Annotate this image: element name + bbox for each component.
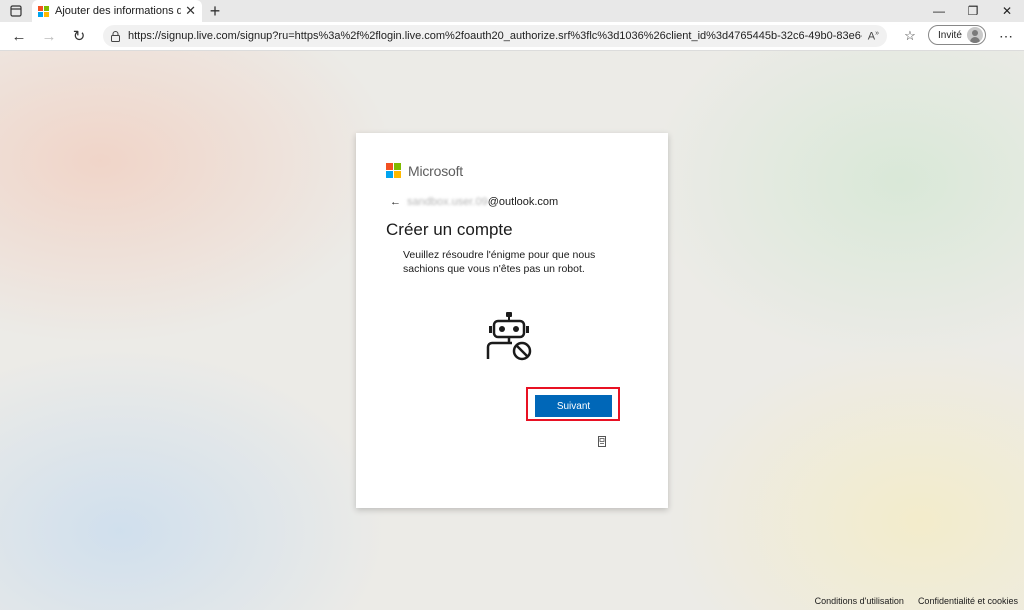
favicon-microsoft-icon [38,5,49,17]
active-tab[interactable]: Ajouter des informations de sécu ✕ [32,0,202,22]
url-text: https://signup.live.com/signup?ru=https%… [128,30,862,42]
new-tab-button[interactable]: + [202,0,228,22]
profile-button[interactable]: Invité [928,25,986,45]
microsoft-brand: Microsoft [386,163,463,179]
close-tab-icon[interactable]: ✕ [185,3,196,19]
address-bar[interactable]: https://signup.live.com/signup?ru=https%… [103,25,887,47]
tab-bar: Ajouter des informations de sécu ✕ + — ❐… [0,0,1024,22]
microsoft-logo-icon [386,163,402,179]
signup-card: Microsoft ← sandbox.user.09 @outlook.com… [356,133,668,508]
tab-actions-icon [10,5,22,17]
accessibility-puzzle-icon[interactable] [598,436,606,447]
browser-toolbar: ← → ↻ https://signup.live.com/signup?ru=… [0,22,1024,51]
window-controls: — ❐ ✕ [922,0,1024,22]
minimize-icon[interactable]: — [922,0,956,22]
page-title: Créer un compte [386,220,513,239]
refresh-icon: ↻ [72,28,86,45]
robot-icon [486,312,532,361]
tab-actions-button[interactable] [0,0,32,22]
tab-title: Ajouter des informations de sécu [55,5,182,17]
more-dots-icon: ⋯ [999,27,1013,44]
lock-icon [111,30,120,42]
favorites-star-icon: ☆ [904,28,916,43]
terms-link[interactable]: Conditions d'utilisation [815,596,904,606]
brand-name: Microsoft [408,163,463,179]
back-arrow-icon[interactable]: ← [390,196,401,208]
privacy-link[interactable]: Confidentialité et cookies [918,596,1018,606]
identity-banner[interactable]: ← sandbox.user.09 @outlook.com [390,196,558,208]
restore-icon[interactable]: ❐ [956,0,990,22]
favorites-button[interactable]: ☆ [900,26,920,46]
page-background: Microsoft ← sandbox.user.09 @outlook.com… [0,51,1024,610]
back-button[interactable]: ← [4,22,34,50]
next-button[interactable]: Suivant [535,395,612,417]
page-footer: Conditions d'utilisation Confidentialité… [801,596,1018,606]
forward-button[interactable]: → [34,22,64,50]
arrow-right-icon: → [41,27,57,45]
puzzle-description: Veuillez résoudre l'énigme pour que nous… [403,249,596,275]
profile-label: Invité [938,29,962,41]
settings-menu-button[interactable]: ⋯ [996,26,1016,46]
read-aloud-icon[interactable]: A» [868,30,879,43]
refresh-button[interactable]: ↻ [64,22,94,50]
avatar [967,27,983,43]
close-window-icon[interactable]: ✕ [990,0,1024,22]
masked-username: sandbox.user.09 [407,196,488,208]
email-domain: @outlook.com [487,196,559,208]
arrow-left-icon: ← [11,27,27,45]
